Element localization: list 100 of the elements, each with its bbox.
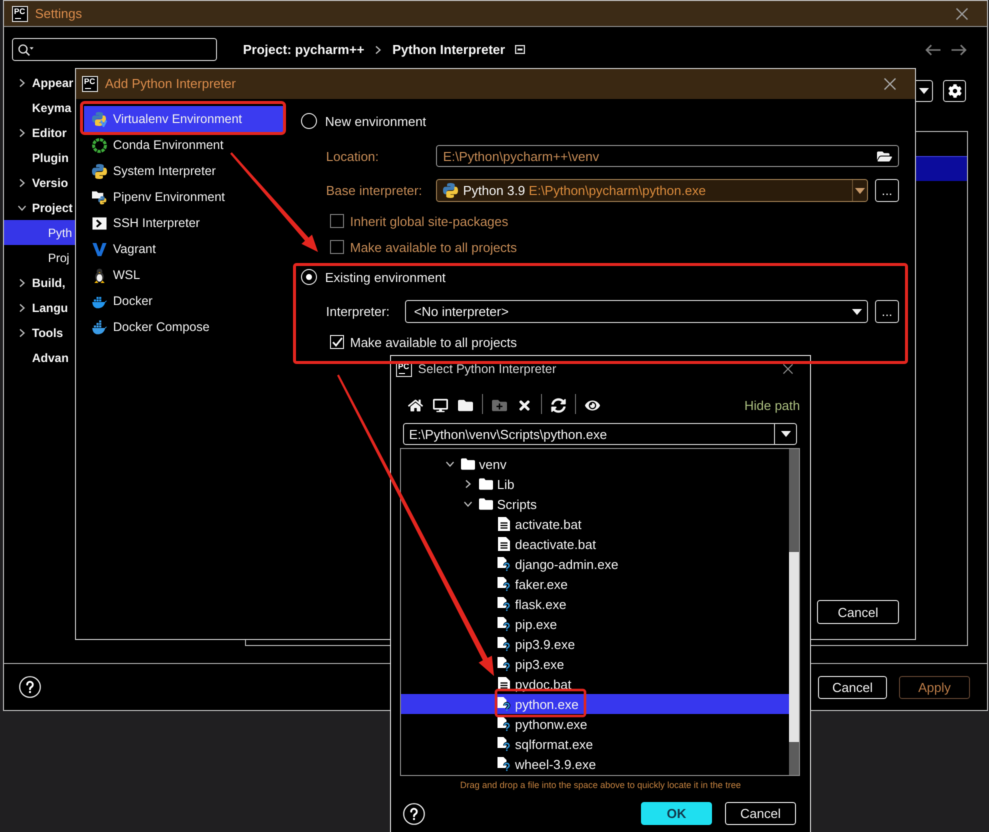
scrollbar-thumb[interactable] [789,552,799,742]
tree-item[interactable]: activate.bat [401,514,789,534]
hint-text: Drag and drop a file into the space above to quickly locate it in the tree [460,780,741,790]
scrollbar[interactable] [789,449,799,775]
sidebar-item[interactable]: Keyma [4,95,75,120]
browse-button[interactable]: ... [875,300,899,323]
sidebar-item[interactable]: Plugin [4,145,75,170]
field-label: Location: [326,148,380,164]
monitor-icon [433,398,448,412]
folder-icon [458,398,473,412]
interpreter-dropdown[interactable]: Python 3.9 E:\Python\pycharm\python.exe [436,179,868,202]
tree-item[interactable]: pip3.9.exe [401,634,789,654]
interpreter-type-item[interactable]: Docker [84,288,283,314]
settings-button[interactable] [943,80,966,102]
tree-item[interactable]: python.exe [401,694,789,714]
executable-file-icon [497,637,511,651]
cancel-button[interactable]: Cancel [817,600,899,624]
path-field[interactable]: E:\Python\venv\Scripts\python.exe [403,423,797,445]
radio-indicator[interactable] [301,269,317,285]
location-field[interactable]: E:\Python\pycharm++\venv [436,145,899,167]
sidebar-item[interactable]: Project [4,195,75,220]
dropdown-button[interactable] [916,80,933,102]
sidebar-item[interactable]: Tools [4,320,75,345]
interpreter-type-item[interactable]: Conda Environment [84,132,283,158]
search-icon [18,44,34,56]
caret-icon [852,308,862,314]
radio-option[interactable]: New environment [301,110,426,132]
executable-file-icon [497,617,511,631]
search-field[interactable] [12,38,217,61]
sidebar-item[interactable]: Advan [4,345,75,370]
penguin-icon [92,268,107,282]
caret-icon [780,431,790,437]
breadcrumb-item: Python Interpreter [392,42,506,57]
tree-item[interactable]: Lib [401,474,789,494]
sidebar-item[interactable]: Langu [4,295,75,320]
checkbox[interactable] [330,214,344,228]
delete-icon [517,398,532,412]
v-logo-icon [92,242,107,256]
interpreter-type-item[interactable]: Docker Compose [84,314,283,340]
cancel-button[interactable]: Cancel [725,802,796,825]
new-folder-icon [492,398,507,412]
tree-item[interactable]: Scripts [401,494,789,514]
executable-file-icon [497,757,511,771]
radio-option[interactable]: Existing environment [301,266,446,288]
tree-item[interactable]: flask.exe [401,594,789,614]
interpreter-type-item[interactable]: WSL [84,262,283,288]
window-title: Settings [35,6,82,21]
caret-icon [855,188,865,194]
interpreter-type-item[interactable]: Virtualenv Environment [84,106,283,132]
document-icon [498,517,510,531]
interpreter-dropdown[interactable]: <No interpreter> [405,300,868,323]
tree-item[interactable]: pip3.exe [401,654,789,674]
radio-indicator[interactable] [301,113,317,129]
refresh-icon [551,398,566,412]
sidebar-item[interactable]: Proj [4,245,75,270]
close-icon [884,78,896,90]
cancel-button[interactable]: Cancel [818,676,887,698]
checkbox-option[interactable]: Make available to all projects [330,238,517,256]
folder-icon [877,148,892,164]
folder-icon [479,498,493,510]
tree-item[interactable]: pydoc.bat [401,674,789,694]
folder-icon [479,478,493,490]
checkbox-option[interactable]: Make available to all projects [330,333,517,351]
executable-file-icon [497,557,511,571]
sidebar-item[interactable]: Appear [4,70,75,95]
field-label: Interpreter: [326,304,391,319]
tree-item[interactable]: pip.exe [401,614,789,634]
tree-item[interactable]: pythonw.exe [401,714,789,734]
tree-item[interactable]: django-admin.exe [401,554,789,574]
caret-icon [919,88,929,94]
ok-button[interactable]: OK [641,802,712,825]
executable-file-icon [497,717,511,731]
interpreter-type-item[interactable]: Vagrant [84,236,283,262]
hide-path-link[interactable]: Hide path [744,398,800,412]
tree-item[interactable]: faker.exe [401,574,789,594]
whale-icon [92,320,107,334]
app-logo: PC [12,6,28,22]
settings-icon [948,84,962,98]
app-logo: PC [82,76,98,92]
sidebar-item[interactable]: Editor [4,120,75,145]
interpreter-type-item[interactable]: System Interpreter [84,158,283,184]
tree-item[interactable]: wheel-3.9.exe [401,754,789,774]
checkbox[interactable] [330,240,344,254]
close-icon [783,364,793,374]
help-icon[interactable] [19,676,41,698]
interpreter-type-item[interactable]: SSH Interpreter [84,210,283,236]
chevron-icon [374,46,382,54]
checkbox-option[interactable]: Inherit global site-packages [330,212,508,230]
executable-file-icon [497,577,511,591]
python-logo-icon [443,183,458,198]
dialog-title: Add Python Interpreter [105,76,236,91]
sidebar-item[interactable]: Build, [4,270,75,295]
interpreter-type-item[interactable]: Pipenv Environment [84,184,283,210]
tree-item[interactable]: sqlformat.exe [401,734,789,754]
help-icon[interactable] [403,802,425,824]
browse-button[interactable]: ... [875,179,899,202]
sidebar-item[interactable]: Versio [4,170,75,195]
tree-item[interactable]: venv [401,454,789,474]
sidebar-item[interactable]: Pyth [4,220,75,245]
tree-item[interactable]: deactivate.bat [401,534,789,554]
